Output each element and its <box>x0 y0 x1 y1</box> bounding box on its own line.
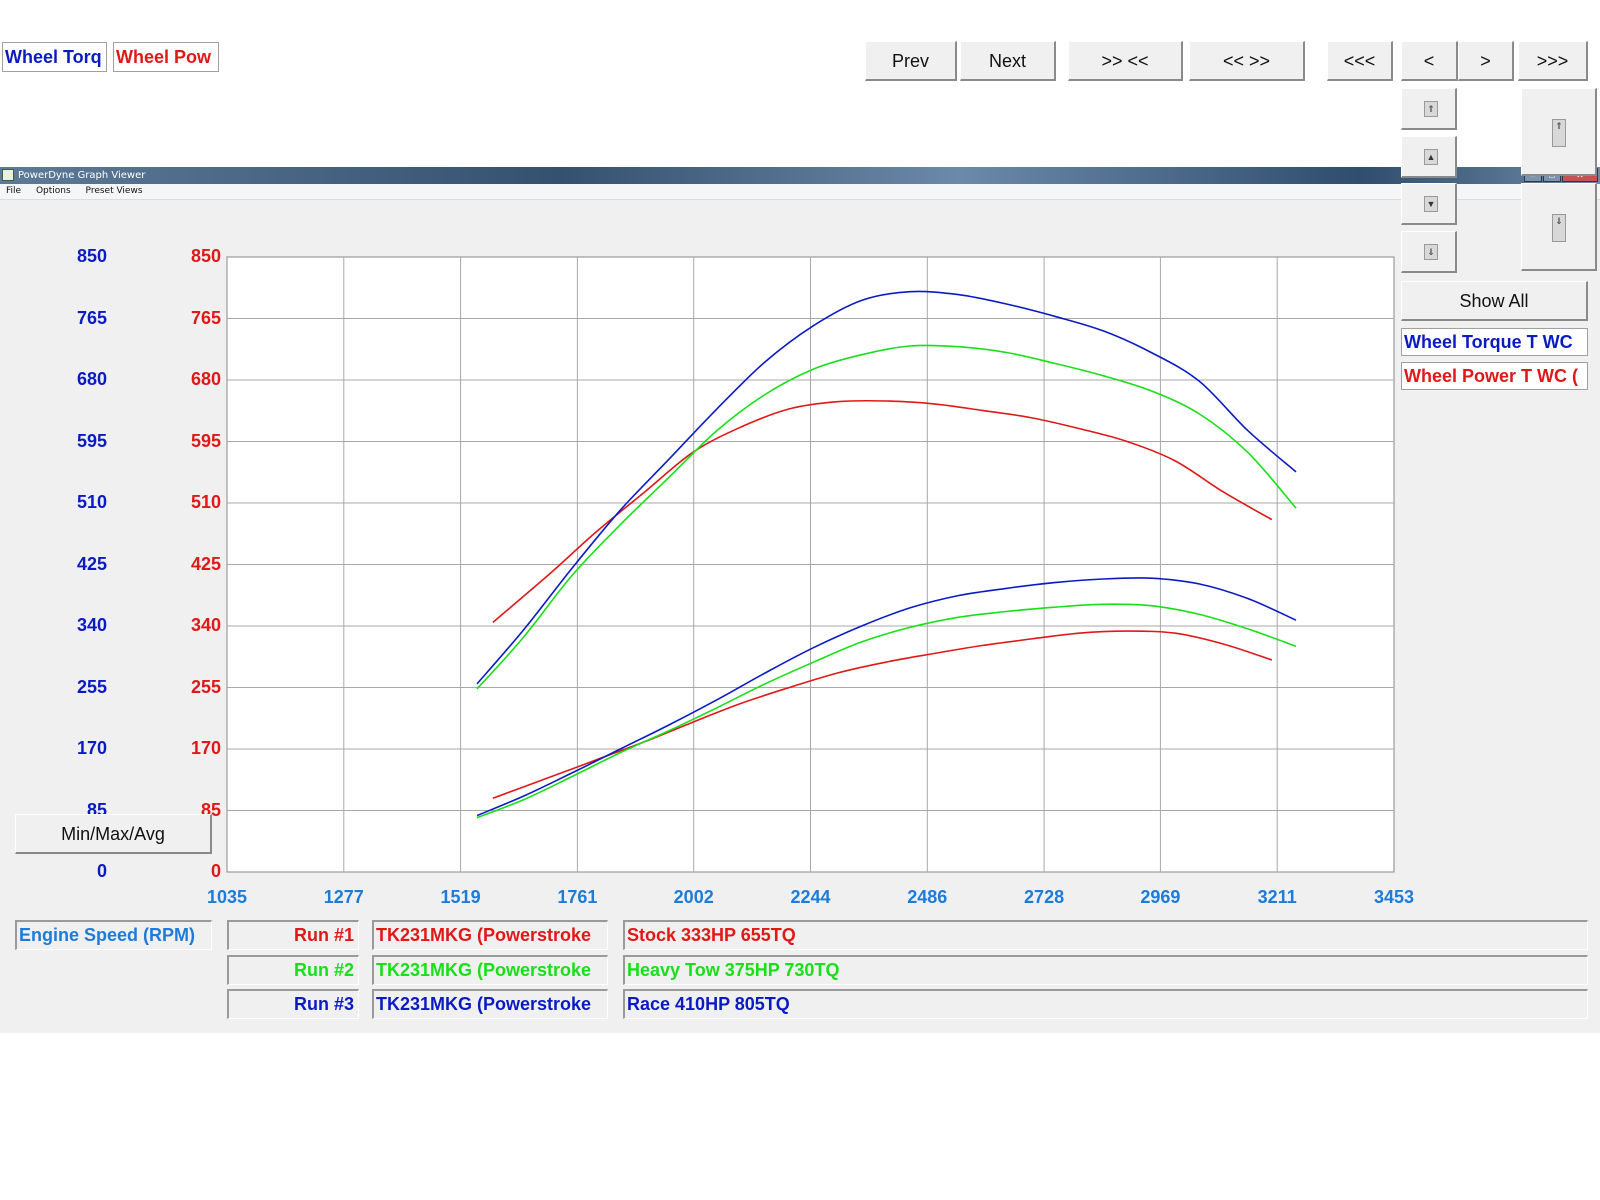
dyno-chart <box>226 256 1395 873</box>
run-2-vehicle[interactable]: TK231MKG (Powerstroke <box>372 955 608 985</box>
run-1-description[interactable]: Stock 333HP 655TQ <box>623 920 1588 950</box>
x-axis-title[interactable]: Engine Speed (RPM) <box>15 920 212 950</box>
run-1-label[interactable]: Run #1 <box>227 920 359 950</box>
run-2-label[interactable]: Run #2 <box>227 955 359 985</box>
run-1-vehicle[interactable]: TK231MKG (Powerstroke <box>372 920 608 950</box>
run-3-description[interactable]: Race 410HP 805TQ <box>623 989 1588 1019</box>
run-3-vehicle[interactable]: TK231MKG (Powerstroke <box>372 989 608 1019</box>
min-max-avg-button[interactable]: Min/Max/Avg <box>15 814 212 854</box>
run-3-label[interactable]: Run #3 <box>227 989 359 1019</box>
run-2-description[interactable]: Heavy Tow 375HP 730TQ <box>623 955 1588 985</box>
